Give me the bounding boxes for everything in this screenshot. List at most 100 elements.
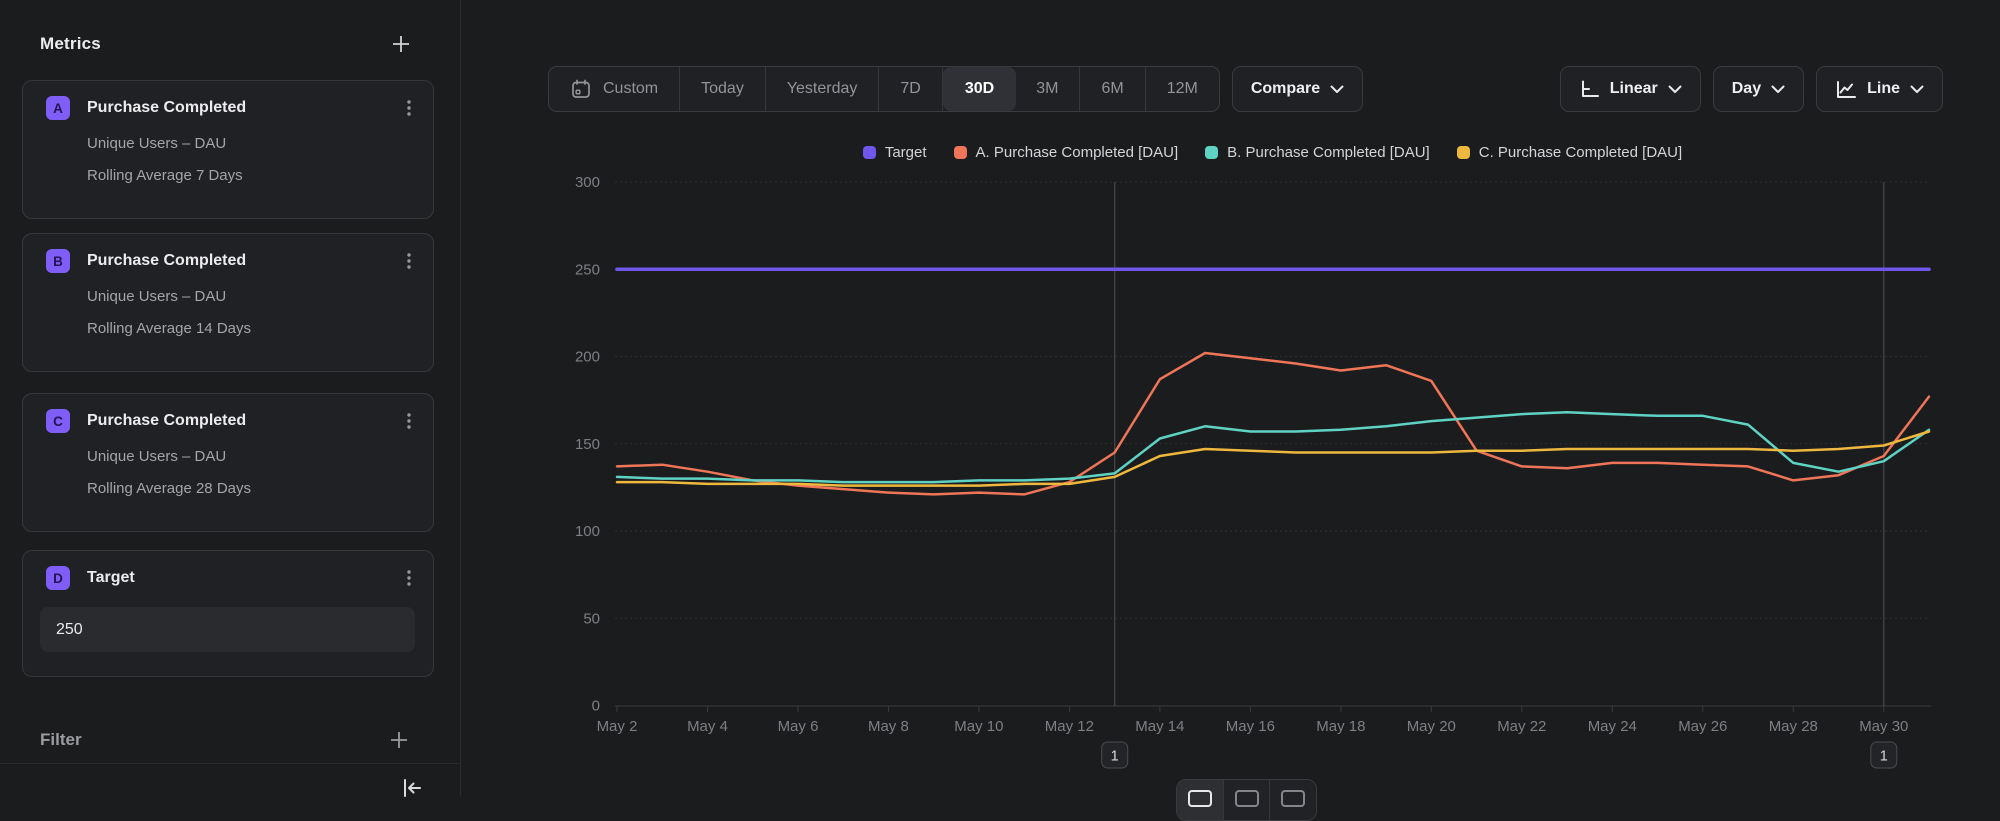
x-axis-label: May 8 [868, 718, 909, 735]
date-range-7d[interactable]: 7D [879, 67, 942, 111]
chevron-down-icon [1771, 85, 1785, 94]
y-axis-label: 250 [575, 261, 600, 278]
axis-scale-button[interactable]: Linear [1560, 66, 1701, 112]
target-value-input[interactable] [40, 607, 415, 652]
x-axis-label: May 22 [1497, 718, 1546, 735]
x-axis-label: May 10 [954, 718, 1003, 735]
date-range-30d[interactable]: 30D [943, 67, 1016, 111]
date-range-3m[interactable]: 3M [1015, 67, 1080, 111]
date-range-12m[interactable]: 12M [1146, 67, 1219, 111]
annotation-badge[interactable]: 1 [1102, 742, 1128, 768]
metrics-sidebar: Metrics A Purchase Completed Unique User… [0, 0, 460, 796]
legend-item-c[interactable]: C. Purchase Completed [DAU] [1457, 144, 1682, 161]
y-axis-label: 150 [575, 436, 600, 453]
legend-item-b[interactable]: B. Purchase Completed [DAU] [1205, 144, 1430, 161]
legend-swatch [1457, 146, 1470, 159]
axis-scale-label: Linear [1610, 80, 1658, 98]
x-axis-label: May 12 [1045, 718, 1094, 735]
annotation-badge-label: 1 [1880, 749, 1888, 765]
x-axis-label: May 6 [778, 718, 819, 735]
metric-measurement: Unique Users – DAU [23, 448, 433, 465]
metric-card-head: B Purchase Completed [23, 234, 433, 273]
x-axis-label: May 2 [597, 718, 638, 735]
calendar-icon [570, 78, 592, 100]
legend-swatch [954, 146, 967, 159]
annotation-badge[interactable]: 1 [1871, 742, 1897, 768]
y-axis-label: 50 [583, 610, 600, 627]
chart-layout-switcher [1176, 779, 1317, 821]
layout-grid-button[interactable] [1270, 780, 1316, 820]
legend-label: B. Purchase Completed [DAU] [1227, 144, 1430, 161]
metric-measurement: Unique Users – DAU [23, 135, 433, 152]
legend-item-a[interactable]: A. Purchase Completed [DAU] [954, 144, 1179, 161]
metric-title: Purchase Completed [87, 99, 246, 117]
date-range-6m[interactable]: 6M [1080, 67, 1145, 111]
rows-panel-icon [1235, 790, 1259, 807]
kebab-menu-icon[interactable] [399, 567, 419, 589]
metric-card-b[interactable]: B Purchase Completed Unique Users – DAU … [22, 233, 434, 372]
date-range-control: Custom Today Yesterday 7D 30D 3M 6M 12M [548, 66, 1220, 112]
grid-panel-icon [1281, 790, 1305, 807]
y-axis-label: 200 [575, 349, 600, 366]
annotation-badge-label: 1 [1111, 749, 1119, 765]
compare-button[interactable]: Compare [1232, 66, 1363, 112]
x-axis-label: May 18 [1316, 718, 1365, 735]
x-axis-label: May 14 [1135, 718, 1184, 735]
chevron-down-icon [1668, 85, 1682, 94]
metric-card-c[interactable]: C Purchase Completed Unique Users – DAU … [22, 393, 434, 532]
metric-badge: C [46, 409, 70, 433]
layout-rows-button[interactable] [1224, 780, 1271, 820]
y-axis-label: 0 [592, 698, 600, 715]
x-axis-label: May 24 [1588, 718, 1637, 735]
legend-label: Target [885, 144, 927, 161]
sidebar-divider [0, 763, 460, 764]
legend-swatch [1205, 146, 1218, 159]
granularity-label: Day [1732, 80, 1761, 98]
y-axis-label: 300 [575, 174, 600, 191]
metrics-header: Metrics [40, 30, 412, 58]
target-card[interactable]: D Target [22, 550, 434, 677]
legend-swatch [863, 146, 876, 159]
x-axis-label: May 20 [1407, 718, 1456, 735]
metric-measurement: Unique Users – DAU [23, 288, 433, 305]
line-chart-icon [1835, 79, 1857, 100]
legend-item-target[interactable]: Target [863, 144, 927, 161]
add-filter-button[interactable] [388, 729, 410, 751]
metric-badge: D [46, 566, 70, 590]
chart-type-button[interactable]: Line [1816, 66, 1943, 112]
legend-label: A. Purchase Completed [DAU] [976, 144, 1179, 161]
chart-type-label: Line [1867, 80, 1900, 98]
layout-single-button[interactable] [1177, 780, 1224, 820]
series-line-a[interactable] [617, 353, 1929, 494]
plus-icon [388, 729, 410, 751]
metric-card-head: A Purchase Completed [23, 81, 433, 120]
metric-title: Purchase Completed [87, 252, 246, 270]
kebab-menu-icon[interactable] [399, 97, 419, 119]
x-axis-label: May 16 [1226, 718, 1275, 735]
x-axis-label: May 30 [1859, 718, 1908, 735]
date-range-today[interactable]: Today [680, 67, 766, 111]
series-line-c[interactable] [617, 432, 1929, 486]
metric-rolling-average: Rolling Average 7 Days [23, 167, 433, 184]
filter-title: Filter [40, 730, 82, 750]
granularity-button[interactable]: Day [1713, 66, 1804, 112]
legend-label: C. Purchase Completed [DAU] [1479, 144, 1682, 161]
single-panel-icon [1188, 790, 1212, 807]
metric-card-a[interactable]: A Purchase Completed Unique Users – DAU … [22, 80, 434, 219]
chevron-down-icon [1330, 85, 1344, 94]
x-axis-label: May 4 [687, 718, 728, 735]
date-range-custom[interactable]: Custom [549, 67, 680, 111]
collapse-sidebar-button[interactable] [400, 776, 424, 800]
filter-header: Filter [40, 726, 410, 754]
date-range-yesterday[interactable]: Yesterday [766, 67, 880, 111]
metric-badge: A [46, 96, 70, 120]
kebab-menu-icon[interactable] [399, 250, 419, 272]
add-metric-button[interactable] [390, 33, 412, 55]
series-line-b[interactable] [617, 412, 1929, 482]
x-axis-label: May 26 [1678, 718, 1727, 735]
linear-axis-icon [1579, 79, 1600, 100]
compare-label: Compare [1251, 80, 1320, 98]
y-axis-label: 100 [575, 523, 600, 540]
kebab-menu-icon[interactable] [399, 410, 419, 432]
sidebar-main-divider [460, 0, 461, 796]
